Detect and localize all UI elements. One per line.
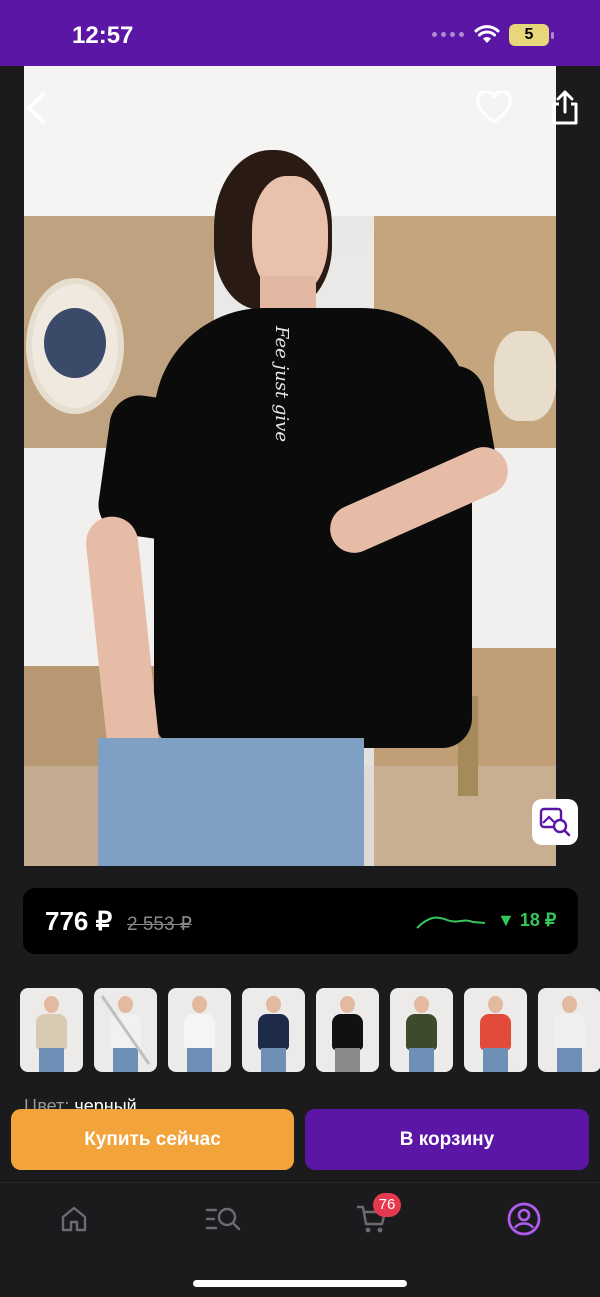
color-variant-thumb[interactable] [390,988,453,1072]
color-variant-thumb[interactable] [538,988,600,1072]
chevron-left-icon [27,92,45,124]
profile-icon [507,1202,541,1236]
home-indicator [193,1280,407,1287]
home-icon [61,1206,87,1232]
tab-home[interactable] [54,1199,94,1239]
model-jeans [98,738,364,866]
current-price: 776 ₽ [45,906,113,936]
color-variant-thumb[interactable] [168,988,231,1072]
cart-count-badge: 76 [373,1193,401,1217]
color-variant-thumb[interactable] [94,988,157,1072]
favorite-button[interactable] [472,86,516,130]
status-time: 12:57 [72,22,134,49]
battery-icon: 5 [509,24,549,46]
color-variant-thumb[interactable] [20,988,83,1072]
photo-frame-decor [26,278,124,414]
heart-icon [476,91,512,124]
photo-scene: Fee just give [24,66,556,866]
color-variants [20,988,600,1072]
old-price: 2 553 ₽ [127,914,192,935]
color-variant-thumb[interactable] [316,988,379,1072]
buy-now-button[interactable]: Купить сейчас [11,1109,294,1170]
color-variant-thumb[interactable] [464,988,527,1072]
wifi-icon [474,25,500,43]
status-bar: 12:57 5 [0,0,600,66]
share-icon [552,90,578,125]
image-search-icon [539,807,571,837]
signal-icon [432,32,464,37]
battery-tip [551,32,554,39]
tab-catalog[interactable] [204,1199,244,1239]
share-button[interactable] [543,86,587,130]
catalog-search-icon [205,1207,241,1231]
price-history-sparkline [416,916,486,929]
add-to-cart-button[interactable]: В корзину [305,1109,589,1170]
price-card[interactable]: 776 ₽ 2 553 ₽ ▼ 18 ₽ [23,888,578,954]
visual-search-button[interactable] [532,799,578,845]
tab-profile[interactable] [504,1199,544,1239]
back-button[interactable] [14,86,58,130]
vase-decor [494,331,556,421]
color-variant-thumb[interactable] [242,988,305,1072]
product-photo[interactable]: Fee just give [0,66,600,866]
price-drop: ▼ 18 ₽ [497,910,557,930]
tshirt-print: Fee just give [271,326,292,442]
